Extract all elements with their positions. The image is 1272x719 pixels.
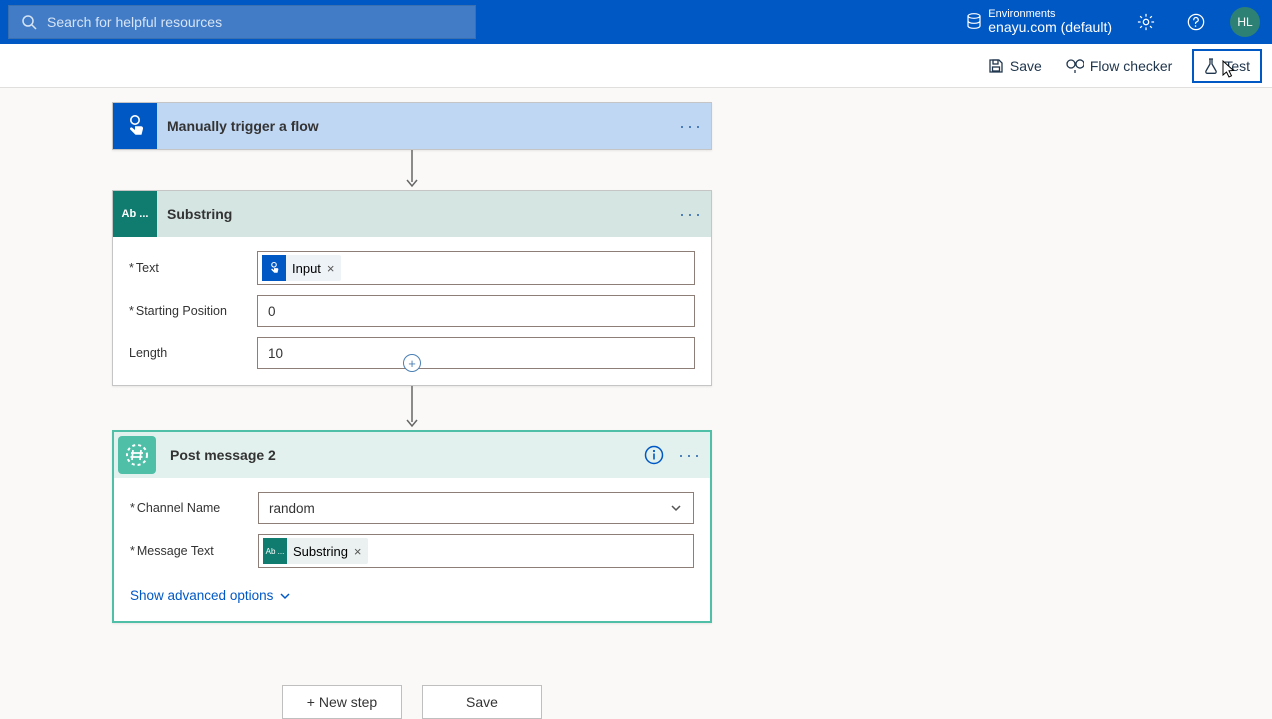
save-label: Save <box>1010 58 1042 74</box>
command-bar: Save Flow checker Test <box>0 44 1272 88</box>
token-remove[interactable]: × <box>354 544 362 559</box>
insert-step-button[interactable]: + <box>403 354 421 372</box>
step-trigger[interactable]: Manually trigger a flow ··· <box>112 102 712 150</box>
step-post-menu[interactable]: ··· <box>670 445 710 466</box>
advanced-options-toggle[interactable]: Show advanced options <box>130 588 694 603</box>
starting-position-input[interactable] <box>258 296 694 326</box>
step-substring-menu[interactable]: ··· <box>671 204 711 225</box>
environment-picker[interactable]: Environments enayu.com (default) <box>966 8 1112 35</box>
message-text-field[interactable]: Ab ... Substring × <box>258 534 694 568</box>
touch-icon <box>262 255 286 281</box>
length-input[interactable] <box>258 338 694 368</box>
field-label-text: Text <box>136 261 159 275</box>
step-substring-title: Substring <box>157 206 671 222</box>
connector-arrow <box>112 150 712 190</box>
flow-checker-label: Flow checker <box>1090 58 1172 74</box>
avatar[interactable]: HL <box>1230 7 1260 37</box>
settings-button[interactable] <box>1130 6 1162 38</box>
token-substring-text: Substring <box>287 544 354 559</box>
flow-checker-button[interactable]: Flow checker <box>1062 50 1176 82</box>
search-icon <box>21 14 37 30</box>
channel-value: random <box>269 501 315 516</box>
flask-icon <box>1204 58 1218 74</box>
gear-icon <box>1137 13 1155 31</box>
advanced-options-label: Show advanced options <box>130 588 273 603</box>
hash-icon <box>125 443 149 467</box>
starting-position-field[interactable] <box>257 295 695 327</box>
environment-value: enayu.com (default) <box>988 20 1112 35</box>
test-button[interactable]: Test <box>1192 49 1262 83</box>
bottom-actions: + New step Save <box>112 685 712 719</box>
connector-arrow-plus: + <box>112 386 712 430</box>
step-post-info[interactable] <box>638 445 670 465</box>
trigger-icon-tile <box>113 103 157 149</box>
info-icon <box>644 445 664 465</box>
search-input[interactable] <box>47 14 475 30</box>
substring-token-icon: Ab ... <box>263 538 287 564</box>
substring-text-field[interactable]: Input × <box>257 251 695 285</box>
step-trigger-title: Manually trigger a flow <box>157 118 671 134</box>
channel-select[interactable]: random <box>258 492 694 524</box>
token-input[interactable]: Input × <box>262 255 341 281</box>
token-substring[interactable]: Ab ... Substring × <box>263 538 368 564</box>
database-icon <box>966 13 982 31</box>
save-button[interactable]: Save <box>984 50 1046 82</box>
step-trigger-menu[interactable]: ··· <box>671 116 711 137</box>
touch-icon <box>124 113 146 139</box>
help-button[interactable] <box>1180 6 1212 38</box>
field-label-channel: Channel Name <box>137 501 220 515</box>
chevron-down-icon <box>669 501 683 515</box>
topbar: Environments enayu.com (default) HL <box>0 0 1272 44</box>
topbar-right: Environments enayu.com (default) HL <box>966 0 1264 44</box>
step-post-title: Post message 2 <box>160 447 638 463</box>
bottom-save-button[interactable]: Save <box>422 685 542 719</box>
token-input-text: Input <box>286 261 327 276</box>
field-label-starting-position: Starting Position <box>136 304 227 318</box>
help-icon <box>1187 13 1205 31</box>
field-label-message: Message Text <box>137 544 214 558</box>
flow-checker-icon <box>1066 58 1084 74</box>
field-label-length: Length <box>129 346 167 360</box>
test-label: Test <box>1224 58 1250 74</box>
new-step-button[interactable]: + New step <box>282 685 402 719</box>
length-field[interactable] <box>257 337 695 369</box>
global-search[interactable] <box>8 5 476 39</box>
token-remove[interactable]: × <box>327 261 335 276</box>
post-icon-tile <box>118 436 156 474</box>
substring-icon-tile: Ab ... <box>113 191 157 237</box>
chevron-down-icon <box>279 590 291 602</box>
flow-canvas: Manually trigger a flow ··· Ab ... Subst… <box>0 88 1272 719</box>
save-icon <box>988 58 1004 74</box>
step-post-message[interactable]: Post message 2 ··· *Channel Name random … <box>112 430 712 623</box>
